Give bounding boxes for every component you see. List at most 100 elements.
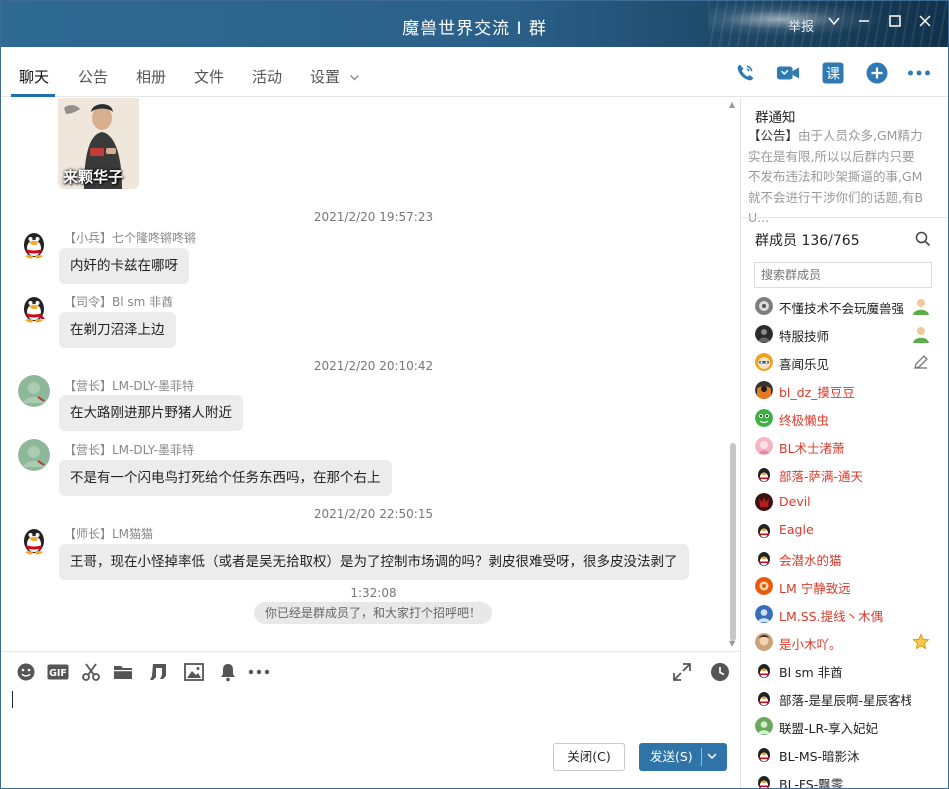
bell-icon[interactable] [217, 661, 239, 683]
member-list-item[interactable]: 喜闻乐见 [741, 348, 948, 376]
scrollbar-thumb[interactable] [730, 443, 736, 641]
member-name: LM.SS.提线丶木偶 [779, 609, 884, 624]
tab-announcement[interactable]: 公告 [78, 66, 108, 87]
avatar[interactable] [755, 325, 773, 343]
member-list-item[interactable]: 是小木吖。 [741, 628, 948, 656]
member-list-item[interactable]: BL-MS-暗影沐 [741, 740, 948, 768]
avatar[interactable] [755, 689, 773, 707]
minimize-icon[interactable] [853, 12, 875, 34]
avatar[interactable] [755, 745, 773, 763]
send-button[interactable]: 发送(S) [639, 743, 727, 771]
member-list-item[interactable]: 部落-是星辰啊-星辰客栈 [741, 684, 948, 712]
tab-album[interactable]: 相册 [136, 66, 166, 87]
member-name: BL-FS-飘零 [779, 777, 844, 788]
member-name: 不懂技术不会玩魔兽强 [779, 301, 905, 316]
member-list-item[interactable]: 特服技师 [741, 320, 948, 348]
avatar[interactable] [755, 549, 773, 567]
avatar[interactable] [755, 381, 773, 399]
report-link[interactable]: 举报 [788, 16, 814, 35]
avatar[interactable] [18, 439, 50, 471]
more-icon[interactable] [248, 661, 270, 683]
message-bubble[interactable]: 在大路刚进那片野猪人附近 [59, 395, 243, 431]
music-icon[interactable] [147, 661, 169, 683]
image-icon[interactable] [183, 661, 205, 683]
group-notice-text[interactable]: 【公告】由于人员众多,GM精力实在是有限,所以以后群内只要不发布违法和吵架撕逼的… [748, 126, 924, 229]
message-sender: 【营长】LM-DLY-墨菲特 [64, 443, 194, 457]
avatar[interactable] [755, 353, 773, 371]
member-list-item[interactable]: Devil [741, 488, 948, 516]
add-app-icon[interactable] [865, 61, 889, 85]
member-name: BL术士渚萧 [779, 441, 845, 456]
member-list-item[interactable]: 会潜水的猫 [741, 544, 948, 572]
member-name: Bl sm 非酋 [779, 665, 843, 680]
avatar[interactable] [755, 661, 773, 679]
member-name: BL-MS-暗影沐 [779, 749, 860, 764]
avatar[interactable] [18, 291, 50, 323]
history-clock-icon[interactable] [709, 661, 731, 683]
folder-icon[interactable] [112, 661, 134, 683]
member-list-item[interactable]: LM.SS.提线丶木偶 [741, 600, 948, 628]
group-side-panel: 群通知 【公告】由于人员众多,GM精力实在是有限,所以以后群内只要不发布违法和吵… [740, 98, 948, 788]
member-name: 联盟-LR-享入妃妃 [779, 721, 879, 736]
member-list-item[interactable]: BL术士渚萧 [741, 432, 948, 460]
pencil-icon[interactable] [912, 353, 930, 371]
expand-icon[interactable] [671, 661, 693, 683]
scissors-icon[interactable] [80, 661, 102, 683]
member-list-item[interactable]: Bl sm 非酋 [741, 656, 948, 684]
scroll-up-icon[interactable]: ▲ [729, 100, 735, 109]
video-call-icon[interactable] [776, 61, 800, 85]
message-sender: 【师长】LM猫猫 [64, 527, 154, 541]
message-bubble[interactable]: 王哥，现在小怪掉率低（或者是吴无拾取权）是为了控制市场调的吗？剥皮很难受呀，很多… [59, 544, 689, 580]
member-list-item[interactable]: 联盟-LR-享入妃妃 [741, 712, 948, 740]
avatar[interactable] [755, 465, 773, 483]
avatar[interactable] [755, 605, 773, 623]
emoji-icon[interactable] [15, 661, 37, 683]
avatar[interactable] [755, 717, 773, 735]
avatar[interactable] [18, 375, 50, 407]
avatar[interactable] [755, 437, 773, 455]
avatar[interactable] [755, 773, 773, 788]
member-list-item[interactable]: LM 宁静致远 [741, 572, 948, 600]
avatar[interactable] [755, 409, 773, 427]
message-bubble[interactable]: 在剃刀沼泽上边 [59, 312, 176, 348]
send-options-chevron-icon[interactable] [706, 743, 718, 771]
chat-message-area[interactable]: 来颗华子 2021/2/20 19:57:23 【小兵】七个隆咚锵咚锵 内奸的卡… [1, 98, 740, 651]
member-list-item[interactable]: BL-FS-飘零 [741, 768, 948, 788]
phone-icon[interactable] [733, 61, 757, 85]
scroll-down-icon[interactable]: ▼ [729, 639, 735, 648]
message-input[interactable]: 关闭(C) 发送(S) [1, 691, 740, 788]
member-search-input[interactable] [754, 262, 932, 288]
member-list-item[interactable]: 终极懒虫 [741, 404, 948, 432]
group-notice-title[interactable]: 群通知 [755, 106, 796, 126]
search-icon[interactable] [915, 231, 931, 247]
member-list-item[interactable]: 不懂技术不会玩魔兽强 [741, 292, 948, 320]
member-list-item[interactable]: Eagle [741, 516, 948, 544]
tab-chat[interactable]: 聊天 [19, 66, 49, 87]
course-icon[interactable]: 课 [821, 61, 845, 85]
tab-files[interactable]: 文件 [194, 66, 224, 87]
avatar[interactable] [755, 493, 773, 511]
tab-settings[interactable]: 设置 [310, 66, 360, 87]
more-icon[interactable] [907, 61, 931, 85]
maximize-icon[interactable] [884, 12, 906, 34]
avatar[interactable] [755, 297, 773, 315]
chevron-down-icon[interactable] [823, 12, 845, 34]
system-notice: 你已经是群成员了，和大家打个招呼吧！ [254, 602, 492, 624]
close-button[interactable]: 关闭(C) [553, 743, 625, 771]
member-name: 终极懒虫 [779, 413, 830, 428]
message-bubble[interactable]: 内奸的卡兹在哪呀 [59, 248, 189, 284]
member-list-item[interactable]: 部落-萨满-通天 [741, 460, 948, 488]
member-list-item[interactable]: bl_dz_摸豆豆 [741, 376, 948, 404]
avatar[interactable] [755, 577, 773, 595]
gif-icon[interactable]: GIF [47, 661, 69, 683]
avatar[interactable] [755, 633, 773, 651]
avatar[interactable] [755, 521, 773, 539]
avatar[interactable] [18, 227, 50, 259]
shared-image[interactable]: 来颗华子 [58, 98, 139, 189]
close-icon[interactable] [914, 12, 936, 34]
chat-scrollbar[interactable]: ▲ ▼ [726, 98, 740, 651]
message-bubble[interactable]: 不是有一个闪电鸟打死给个任务东西吗，在那个右上 [59, 460, 392, 496]
avatar[interactable] [18, 523, 50, 555]
message-timestamp: 2021/2/20 22:50:15 [313, 507, 434, 521]
tab-activities[interactable]: 活动 [252, 66, 282, 87]
